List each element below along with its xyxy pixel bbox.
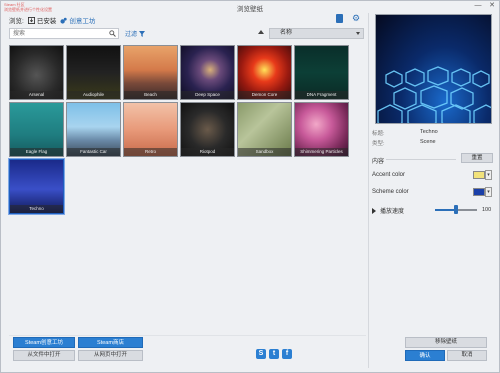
content-section-label: 内容 [372,159,385,165]
wallpaper-item-dna-fragment[interactable]: DNA Fragment [294,45,349,100]
open-from-web-button-label: 从网页中打开 [93,352,127,358]
installed-tab[interactable]: 已安装 [27,15,57,25]
open-from-file-button-label: 从文件中打开 [27,352,61,358]
accent-color-dropdown-icon[interactable]: ▾ [485,170,492,180]
browse-label: 浏览: [9,18,24,25]
remove-wallpaper-button[interactable]: 移除壁纸 [405,337,487,348]
title-property-label: 标题: [372,131,385,137]
wallpaper-item-label: Eagle Flag [10,148,63,156]
scheme-color-dropdown-icon[interactable]: ▾ [485,187,492,197]
wallpaper-item-eagle-flag[interactable]: Eagle Flag [9,102,64,157]
filter-button[interactable]: 过滤 [125,29,146,38]
wallpaper-item-deep-space[interactable]: Deep Space [180,45,235,100]
wallpaper-item-fantastic-car[interactable]: Fantastic Car [66,102,121,157]
filter-icon [139,30,146,37]
type-property: 类型: Scene [372,139,436,147]
title-bar[interactable]: Steam 社区 浏览壁纸并进行个性化设置 浏览壁纸 — ✕ [1,1,499,13]
sort-select-value: 名称 [280,30,293,36]
wallpaper-item-label: Riotpod [181,148,234,156]
wallpaper-item-label: Techno [10,205,63,213]
title-property-value: Techno [420,129,438,135]
wallpaper-item-label: Retro [124,148,177,156]
source-toolbar: 浏览: 已安装 创意工坊 [9,15,95,25]
hexagon-pattern-image [377,66,491,123]
reset-button[interactable]: 重置 [461,153,493,163]
filter-label: 过滤 [125,32,138,38]
play-icon[interactable] [372,207,376,214]
wallpaper-item-arsenal[interactable]: Arsenal [9,45,64,100]
type-property-label: 类型: [372,141,385,147]
wallpaper-item-demon-core[interactable]: Demon Core [237,45,292,100]
wallpaper-item-label: Deep Space [181,91,234,99]
wallpaper-item-label: Fantastic Car [67,148,120,156]
open-from-web-button[interactable]: 从网页中打开 [78,350,143,361]
installed-icon [27,16,35,24]
document-icon[interactable] [336,14,343,23]
bottom-divider [9,335,366,336]
wallpaper-preview [375,14,492,124]
playback-speed-value: 100 [482,207,492,213]
wallpaper-item-label: Sandbox [238,148,291,156]
type-property-value: Scene [420,139,436,145]
search-icon[interactable] [109,30,116,37]
wallpaper-item-label: Beach [124,91,177,99]
ok-button[interactable]: 确认 [405,350,445,361]
steam-icon[interactable]: S [256,349,266,359]
panel-divider [368,13,369,368]
sort-direction-icon[interactable] [258,30,264,34]
playback-speed-slider-fill [435,209,456,211]
wallpaper-item-shimmering-particles[interactable]: Shimmering Particles [294,102,349,157]
gear-icon[interactable]: ⚙ [352,14,361,23]
wallpaper-item-label: Shimmering Particles [295,148,348,156]
wallpaper-item-techno[interactable]: Techno [9,159,64,214]
steam-workshop-button[interactable]: Steam创意工坊 [13,337,75,348]
wallpaper-item-audiophile[interactable]: Audiophile [66,45,121,100]
accent-color-label: Accent color [372,172,406,178]
scheme-color-swatch[interactable] [473,188,485,196]
steam-workshop-button-label: Steam创意工坊 [25,340,63,346]
chevron-down-icon [356,32,360,35]
steam-store-button-label: Steam商店 [97,340,124,346]
search-input[interactable] [9,28,119,39]
facebook-icon[interactable]: f [282,349,292,359]
accent-color-swatch[interactable] [473,171,485,179]
wallpaper-item-label: Audiophile [67,91,120,99]
close-icon[interactable]: ✕ [485,1,499,11]
cancel-button[interactable]: 取消 [447,350,487,361]
wallpaper-browser-window: Steam 社区 浏览壁纸并进行个性化设置 浏览壁纸 — ✕ 浏览: 已安装 创… [0,0,500,373]
wallpaper-item-label: Arsenal [10,91,63,99]
open-from-file-button[interactable]: 从文件中打开 [13,350,75,361]
playback-speed-label: 播放速度 [380,209,405,215]
wallpaper-item-beach[interactable]: Beach [123,45,178,100]
playback-speed-slider-handle[interactable] [454,205,458,214]
window-title: 浏览壁纸 [237,6,263,13]
twitter-icon[interactable]: t [269,349,279,359]
wallpaper-item-retro[interactable]: Retro [123,102,178,157]
wallpaper-item-label: Demon Core [238,91,291,99]
sort-select[interactable]: 名称 [269,28,364,39]
workshop-icon [60,17,67,24]
installed-tab-label: 已安装 [36,18,57,25]
wallpaper-item-label: DNA Fragment [295,91,348,99]
wallpaper-item-sandbox[interactable]: Sandbox [237,102,292,157]
wallpaper-item-riotpod[interactable]: Riotpod [180,102,235,157]
title-property: 标题: Techno [372,129,438,137]
workshop-tab[interactable]: 创意工坊 [60,15,95,25]
steam-store-button[interactable]: Steam商店 [78,337,143,348]
minimize-icon[interactable]: — [471,1,485,11]
scheme-color-label: Scheme color [372,189,409,195]
playback-speed-row: 播放速度 [372,206,404,215]
workshop-tab-label: 创意工坊 [69,18,96,25]
content-section-line [386,159,456,160]
